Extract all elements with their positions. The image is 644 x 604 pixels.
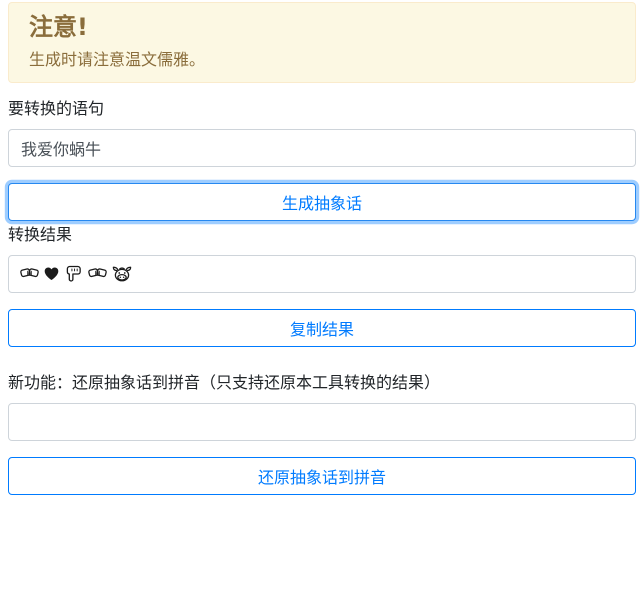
- handshake-emoji-icon: [19, 263, 40, 284]
- alert-message: 生成时请注意温文儒雅。: [29, 48, 615, 72]
- warning-alert: 注意! 生成时请注意温文儒雅。: [8, 2, 636, 83]
- result-label: 转换结果: [8, 223, 636, 247]
- black-heart-emoji-icon: [43, 265, 60, 282]
- generate-button[interactable]: 生成抽象话: [8, 183, 636, 221]
- source-label: 要转换的语句: [8, 97, 636, 121]
- alert-title: 注意!: [29, 13, 615, 42]
- restore-button[interactable]: 还原抽象话到拼音: [8, 457, 636, 495]
- source-input[interactable]: [8, 129, 636, 167]
- restore-label: 新功能：还原抽象话到拼音（只支持还原本工具转换的结果）: [8, 371, 636, 395]
- cow-face-emoji-icon: [111, 263, 133, 285]
- abstract-speech-converter-page: 注意! 生成时请注意温文儒雅。 要转换的语句 生成抽象话 转换结果: [0, 0, 644, 495]
- result-input[interactable]: [8, 255, 636, 293]
- restore-section: 新功能：还原抽象话到拼音（只支持还原本工具转换的结果）: [8, 371, 636, 441]
- restore-input[interactable]: [8, 403, 636, 441]
- copy-result-button[interactable]: 复制结果: [8, 309, 636, 347]
- source-form-group: 要转换的语句: [8, 97, 636, 167]
- result-form-group: 转换结果: [8, 223, 636, 293]
- backhand-index-pointing-down-emoji-icon: [63, 263, 84, 284]
- handshake-emoji-icon: [87, 263, 108, 284]
